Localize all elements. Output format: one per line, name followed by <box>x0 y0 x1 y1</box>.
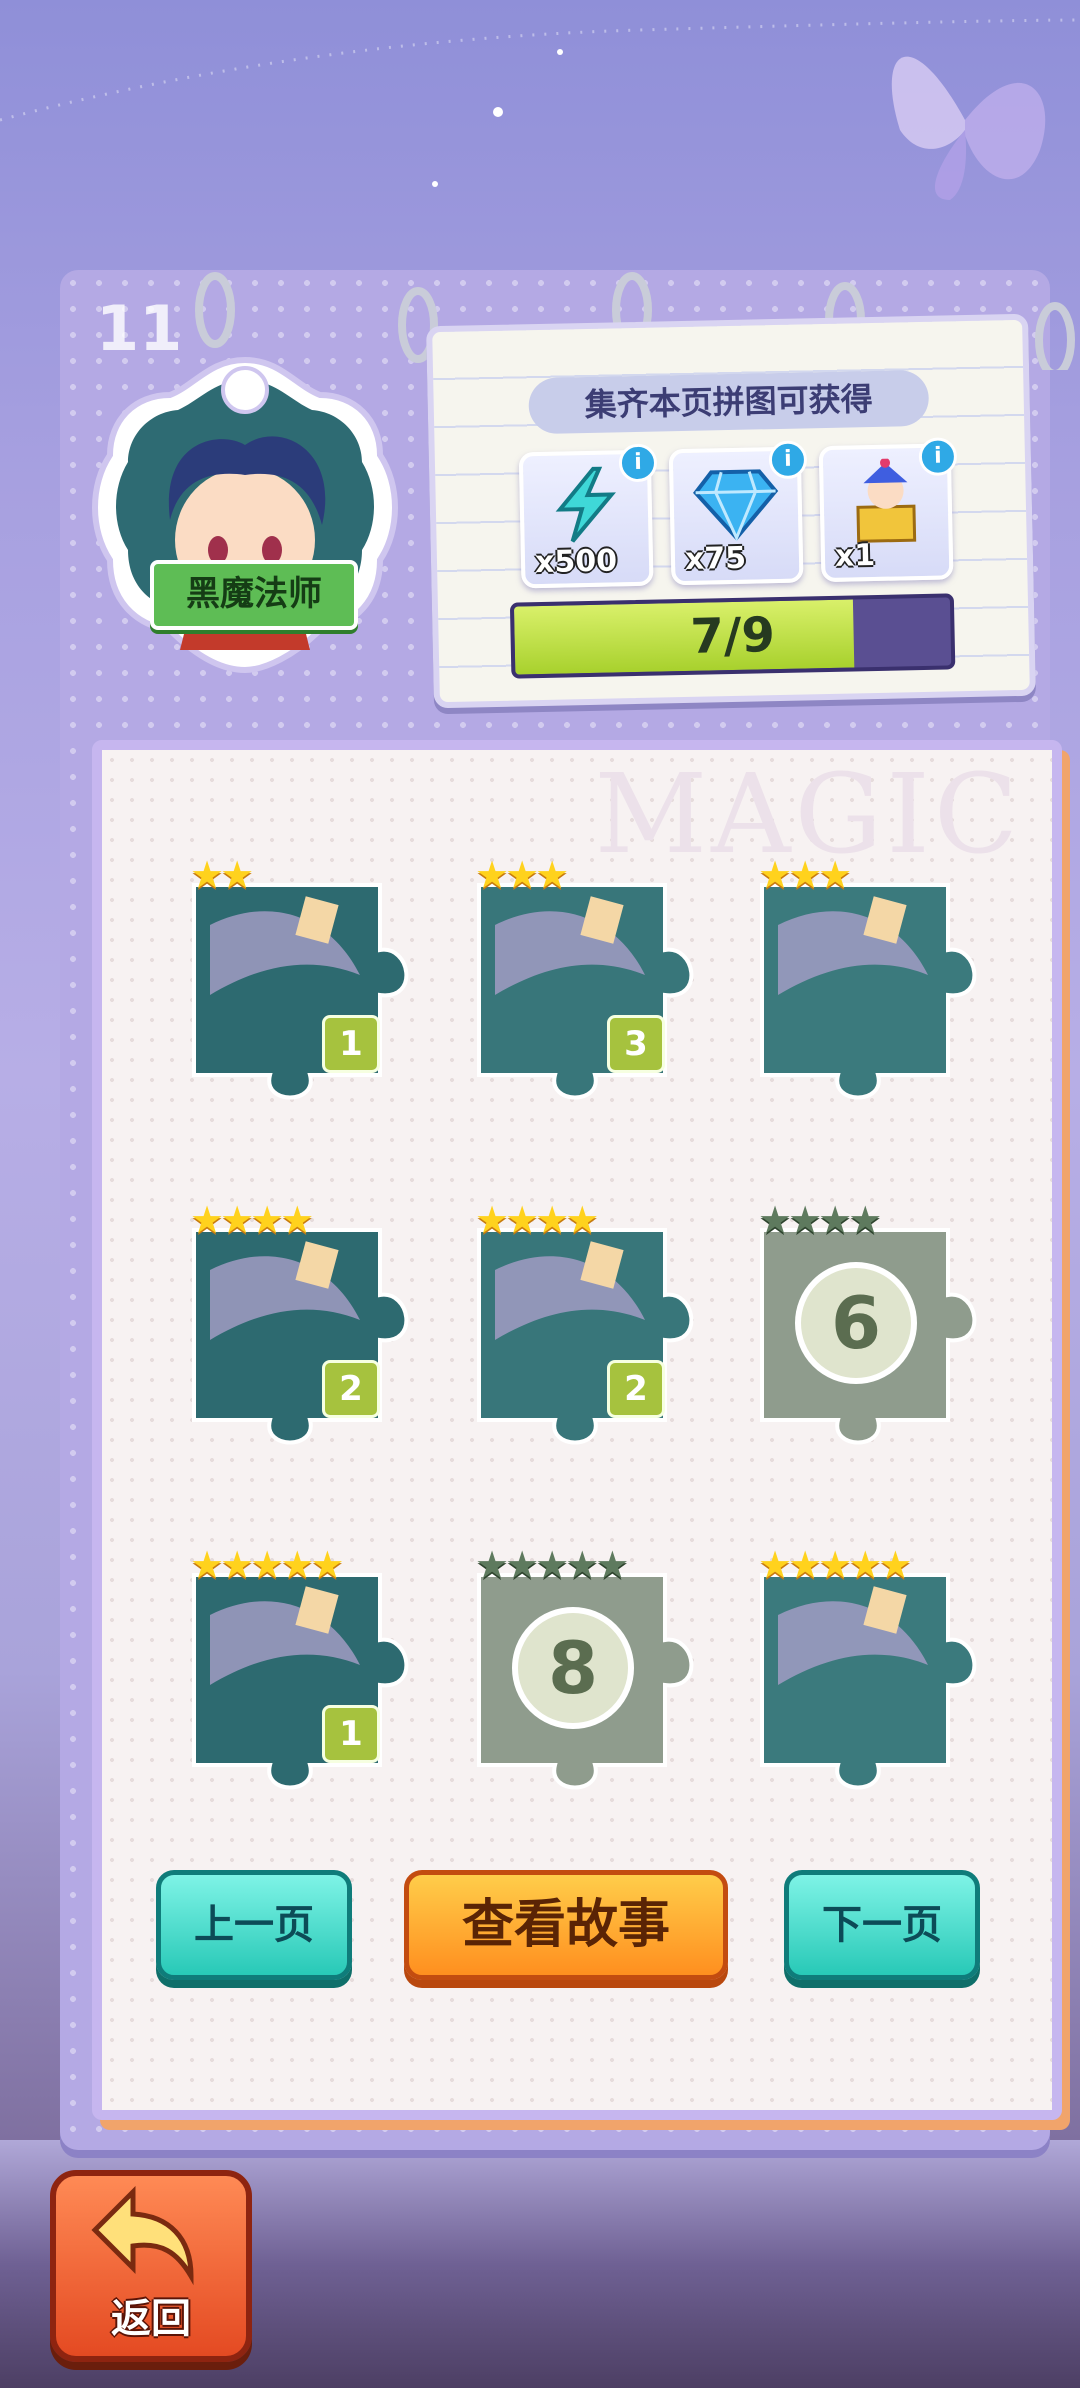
puzzle-piece-6[interactable]: ★ ★ ★ ★ 6 <box>758 1198 977 1450</box>
star-icon: ★ <box>475 1543 510 1587</box>
reward-item-energy[interactable]: x500 i <box>518 443 658 589</box>
butterfly-decoration <box>891 56 1046 200</box>
star-icon: ★ <box>475 1198 510 1242</box>
star-icon: ★ <box>190 853 225 897</box>
star-icon: ★ <box>220 853 255 897</box>
next-page-button[interactable]: 下一页 <box>784 1870 980 1980</box>
star-icon: ★ <box>788 1543 823 1587</box>
puzzle-piece-3[interactable]: ★ ★ ★ <box>758 853 977 1105</box>
piece-count-badge: 2 <box>322 1360 380 1418</box>
reward-qty-jester-box: x1 <box>834 537 876 574</box>
locked-piece-number: 8 <box>512 1607 634 1729</box>
piece-count-badge: 3 <box>607 1015 665 1073</box>
jester-box-icon <box>856 457 917 543</box>
star-icon: ★ <box>280 1543 315 1587</box>
star-icon: ★ <box>565 1543 600 1587</box>
locked-piece-number: 6 <box>795 1262 917 1384</box>
star-rating: ★ ★ ★ ★ ★ <box>190 1543 344 1587</box>
character-name-ribbon: 黑魔法师 <box>150 560 358 630</box>
puzzle-piece-2[interactable]: ★ ★ ★ 3 <box>475 853 694 1105</box>
star-icon: ★ <box>758 1543 793 1587</box>
star-rating: ★ ★ ★ ★ ★ <box>475 1543 629 1587</box>
view-story-button[interactable]: 查看故事 <box>404 1870 728 1980</box>
puzzle-piece-9[interactable]: ★ ★ ★ ★ ★ <box>758 1543 977 1795</box>
diamond-icon <box>693 469 779 542</box>
back-arrow-icon <box>91 2186 194 2286</box>
star-icon: ★ <box>818 853 853 897</box>
star-icon: ★ <box>280 1198 315 1242</box>
collection-progress-bar: 7/9 <box>509 593 956 679</box>
star-icon: ★ <box>788 853 823 897</box>
star-icon: ★ <box>250 1198 285 1242</box>
reward-title: 集齐本页拼图可获得 <box>528 369 930 435</box>
star-icon: ★ <box>758 1198 793 1242</box>
info-icon[interactable]: i <box>618 443 658 483</box>
star-icon: ★ <box>475 853 510 897</box>
star-icon: ★ <box>848 1198 883 1242</box>
star-icon: ★ <box>220 1198 255 1242</box>
star-icon: ★ <box>250 1543 285 1587</box>
prev-page-button[interactable]: 上一页 <box>156 1870 352 1980</box>
info-icon[interactable]: i <box>918 437 958 477</box>
back-label: 返回 <box>111 2296 191 2342</box>
reward-qty-energy: x500 <box>534 543 618 581</box>
star-icon: ★ <box>505 1198 540 1242</box>
back-button[interactable]: 返回 <box>50 2170 252 2362</box>
star-icon: ★ <box>818 1543 853 1587</box>
progress-text: 7/9 <box>689 607 776 665</box>
star-icon: ★ <box>535 853 570 897</box>
star-icon: ★ <box>595 1543 630 1587</box>
star-icon: ★ <box>788 1198 823 1242</box>
star-rating: ★ ★ ★ <box>475 853 569 897</box>
star-rating: ★ ★ ★ ★ ★ <box>758 1543 912 1587</box>
star-rating: ★ ★ ★ ★ <box>190 1198 314 1242</box>
reward-item-jester-box[interactable]: x1 i <box>818 437 958 583</box>
puzzle-piece-7[interactable]: ★ ★ ★ ★ ★ 1 <box>190 1543 409 1795</box>
lightning-icon <box>555 466 616 543</box>
star-icon: ★ <box>878 1543 913 1587</box>
star-icon: ★ <box>535 1198 570 1242</box>
star-icon: ★ <box>818 1198 853 1242</box>
star-icon: ★ <box>565 1198 600 1242</box>
puzzle-piece-5[interactable]: ★ ★ ★ ★ 2 <box>475 1198 694 1450</box>
star-icon: ★ <box>505 1543 540 1587</box>
reward-card: 集齐本页拼图可获得 x500 i x75 i x1 i 7/9 <box>426 313 1036 709</box>
star-rating: ★ ★ ★ ★ <box>475 1198 599 1242</box>
star-icon: ★ <box>535 1543 570 1587</box>
piece-count-badge: 1 <box>322 1705 380 1763</box>
star-rating: ★ ★ ★ <box>758 853 852 897</box>
star-rating: ★ ★ <box>190 853 254 897</box>
reward-qty-diamond: x75 <box>684 540 747 577</box>
puzzle-piece-8[interactable]: ★ ★ ★ ★ ★ 8 <box>475 1543 694 1795</box>
star-icon: ★ <box>190 1198 225 1242</box>
star-icon: ★ <box>220 1543 255 1587</box>
character-portrait <box>92 356 398 674</box>
star-icon: ★ <box>758 853 793 897</box>
star-rating: ★ ★ ★ ★ <box>758 1198 882 1242</box>
info-icon[interactable]: i <box>768 440 808 480</box>
reward-item-diamond[interactable]: x75 i <box>668 440 808 586</box>
piece-count-badge: 1 <box>322 1015 380 1073</box>
star-icon: ★ <box>190 1543 225 1587</box>
puzzle-piece-4[interactable]: ★ ★ ★ ★ 2 <box>190 1198 409 1450</box>
piece-count-badge: 2 <box>607 1360 665 1418</box>
star-icon: ★ <box>505 853 540 897</box>
star-icon: ★ <box>310 1543 345 1587</box>
star-icon: ★ <box>848 1543 883 1587</box>
puzzle-piece-1[interactable]: ★ ★ 1 <box>190 853 409 1105</box>
